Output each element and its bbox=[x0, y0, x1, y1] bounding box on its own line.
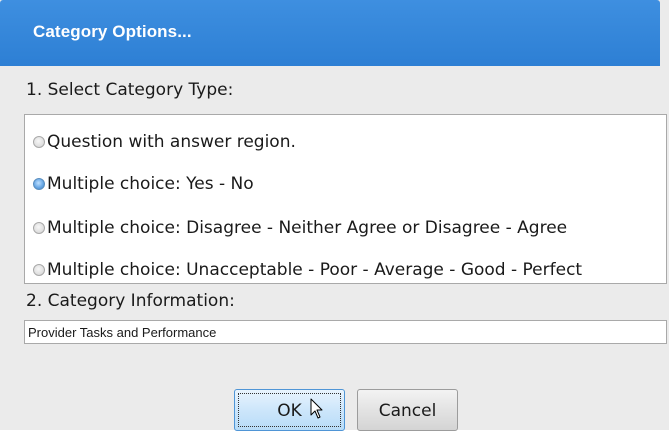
category-information-label: 2. Category Information: bbox=[26, 291, 235, 311]
radio-unchecked-icon[interactable] bbox=[33, 222, 45, 234]
option-yes-no[interactable]: Multiple choice: Yes - No bbox=[33, 173, 254, 195]
option-label: Multiple choice: Yes - No bbox=[47, 174, 254, 194]
radio-checked-icon[interactable] bbox=[33, 178, 45, 190]
ok-button-label: OK bbox=[277, 401, 302, 421]
option-disagree-agree[interactable]: Multiple choice: Disagree - Neither Agre… bbox=[33, 217, 567, 239]
option-label: Multiple choice: Disagree - Neither Agre… bbox=[47, 218, 568, 238]
option-unacceptable-perfect[interactable]: Multiple choice: Unacceptable - Poor - A… bbox=[33, 259, 582, 281]
radio-unchecked-icon[interactable] bbox=[33, 264, 45, 276]
dialog-title: Category Options... bbox=[33, 22, 192, 41]
option-question-answer-region[interactable]: Question with answer region. bbox=[33, 131, 296, 153]
option-label: Multiple choice: Unacceptable - Poor - A… bbox=[47, 260, 583, 280]
cancel-button[interactable]: Cancel bbox=[357, 389, 458, 431]
category-options-dialog: Category Options... 1. Select Category T… bbox=[0, 0, 669, 431]
ok-button[interactable]: OK bbox=[234, 389, 345, 431]
title-bar[interactable]: Category Options... bbox=[0, 0, 660, 66]
category-information-input[interactable] bbox=[24, 320, 667, 344]
select-category-type-label: 1. Select Category Type: bbox=[26, 80, 234, 100]
option-label: Question with answer region. bbox=[47, 132, 296, 152]
cancel-button-label: Cancel bbox=[378, 401, 437, 421]
category-type-options-box: Question with answer region. Multiple ch… bbox=[24, 114, 667, 284]
radio-unchecked-icon[interactable] bbox=[33, 136, 45, 148]
